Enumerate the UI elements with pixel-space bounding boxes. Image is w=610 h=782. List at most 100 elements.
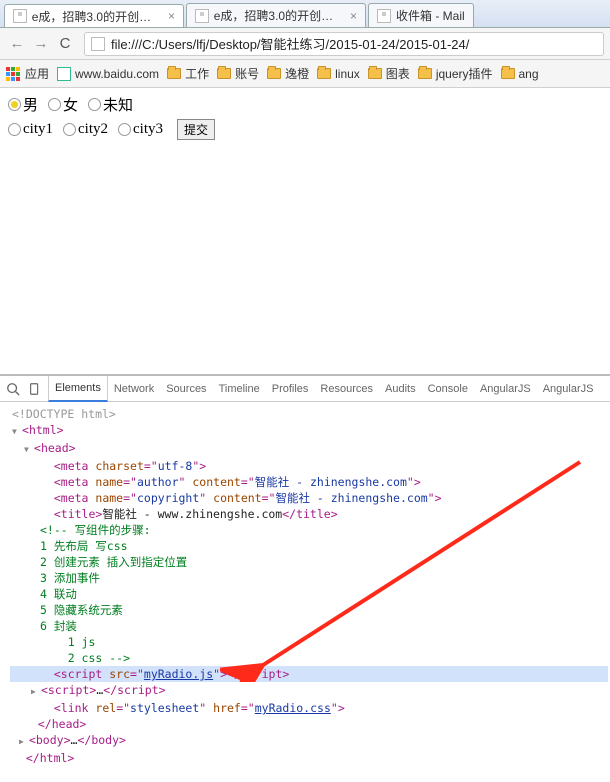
forward-button[interactable]: → [30, 33, 52, 55]
device-icon[interactable] [26, 380, 44, 398]
source-line: <!DOCTYPE html> [10, 406, 608, 422]
source-line: <meta charset="utf-8"> [10, 458, 608, 474]
radio-label: city3 [133, 121, 163, 138]
devtools-panel: Elements Network Sources Timeline Profil… [0, 374, 610, 782]
source-line: 6 封装 [10, 618, 608, 634]
bookmarks-bar: 应用 www.baidu.com 工作 账号 逸橙 linux 图表 jquer… [0, 60, 610, 88]
radio-city2[interactable] [63, 123, 76, 136]
folder-icon [267, 68, 281, 79]
address-bar-row: ← → C file:///C:/Users/lfj/Desktop/智能社练习… [0, 28, 610, 60]
folder-icon [368, 68, 382, 79]
page-icon [377, 9, 391, 23]
source-line: </head> [10, 716, 608, 732]
reload-button[interactable]: C [54, 33, 76, 55]
tab-profiles[interactable]: Profiles [266, 376, 315, 402]
submit-button[interactable]: 提交 [177, 119, 215, 140]
bookmark-label: linux [335, 67, 360, 81]
browser-tab-strip: e成，招聘3.0的开创者！ × e成，招聘3.0的开创者！ × 收件箱 - Ma… [0, 0, 610, 28]
bookmark-folder[interactable]: 图表 [368, 65, 410, 82]
source-line-highlighted: <script src="myRadio.js"></script> [10, 666, 608, 682]
folder-icon [501, 68, 515, 79]
devtools-tabs: Elements Network Sources Timeline Profil… [48, 376, 599, 402]
source-line: <html> [10, 422, 608, 440]
tab-sources[interactable]: Sources [160, 376, 212, 402]
page-content: 男 女 未知 city1 city2 city3 提交 [0, 88, 610, 358]
tab-label: 收件箱 - Mail [396, 7, 465, 24]
bookmark-label: 应用 [25, 65, 49, 82]
folder-icon [167, 68, 181, 79]
elements-source[interactable]: <!DOCTYPE html> <html> <head> <meta char… [0, 402, 610, 782]
bookmark-folder[interactable]: linux [317, 67, 360, 81]
tab-elements[interactable]: Elements [48, 376, 108, 402]
inspect-icon[interactable] [4, 380, 22, 398]
source-line: 2 创建元素 插入到指定位置 [10, 554, 608, 570]
folder-icon [217, 68, 231, 79]
bookmark-baidu[interactable]: www.baidu.com [57, 67, 159, 81]
source-line: <meta name="author" content="智能社 - zhine… [10, 474, 608, 490]
tab-console[interactable]: Console [422, 376, 474, 402]
close-icon[interactable]: × [168, 9, 175, 23]
url-text: file:///C:/Users/lfj/Desktop/智能社练习/2015-… [111, 34, 469, 53]
radio-city1[interactable] [8, 123, 21, 136]
tab-angularjs[interactable]: AngularJS [474, 376, 537, 402]
bookmark-label: 工作 [185, 65, 209, 82]
bookmark-folder[interactable]: 账号 [217, 65, 259, 82]
back-button[interactable]: ← [6, 33, 28, 55]
folder-icon [418, 68, 432, 79]
browser-tab[interactable]: e成，招聘3.0的开创者！ × [4, 4, 184, 28]
source-line: <title>智能社 - www.zhinengshe.com</title> [10, 506, 608, 522]
bookmark-label: jquery插件 [436, 65, 493, 82]
tab-timeline[interactable]: Timeline [213, 376, 266, 402]
radio-female[interactable] [48, 98, 61, 111]
city-row: city1 city2 city3 提交 [8, 119, 602, 140]
bookmark-folder[interactable]: 工作 [167, 65, 209, 82]
source-line: </html> [10, 750, 608, 766]
radio-label: 未知 [103, 94, 133, 115]
source-line: <!-- 写组件的步骤: [10, 522, 608, 538]
tab-network[interactable]: Network [108, 376, 160, 402]
bookmark-folder[interactable]: ang [501, 67, 539, 81]
source-line: <body>…</body> [10, 732, 608, 750]
apps-button[interactable]: 应用 [6, 65, 49, 82]
close-icon[interactable]: × [350, 9, 357, 23]
radio-label: city2 [78, 121, 108, 138]
source-line: 2 css --> [10, 650, 608, 666]
tab-label: e成，招聘3.0的开创者！ [214, 7, 342, 24]
bookmark-label: 图表 [386, 65, 410, 82]
page-icon [195, 9, 209, 23]
radio-male[interactable] [8, 98, 21, 111]
radio-label: city1 [23, 121, 53, 138]
source-line: <script>…</script> [10, 682, 608, 700]
address-bar[interactable]: file:///C:/Users/lfj/Desktop/智能社练习/2015-… [84, 32, 604, 56]
page-icon [91, 37, 105, 51]
bookmark-label: ang [519, 67, 539, 81]
source-line: 3 添加事件 [10, 570, 608, 586]
page-icon [13, 9, 27, 23]
source-line: <link rel="stylesheet" href="myRadio.css… [10, 700, 608, 716]
browser-tab[interactable]: e成，招聘3.0的开创者！ × [186, 3, 366, 27]
folder-icon [317, 68, 331, 79]
bookmark-folder[interactable]: jquery插件 [418, 65, 493, 82]
radio-label: 男 [23, 94, 38, 115]
bookmark-folder[interactable]: 逸橙 [267, 65, 309, 82]
tab-audits[interactable]: Audits [379, 376, 422, 402]
browser-tab[interactable]: 收件箱 - Mail [368, 3, 474, 27]
tab-angularjs2[interactable]: AngularJS [537, 376, 600, 402]
source-line: <head> [10, 440, 608, 458]
source-line: 1 先布局 写css [10, 538, 608, 554]
radio-city3[interactable] [118, 123, 131, 136]
source-line: <meta name="copyright" content="智能社 - zh… [10, 490, 608, 506]
baidu-icon [57, 67, 71, 81]
gender-row: 男 女 未知 [8, 94, 602, 115]
radio-label: 女 [63, 94, 78, 115]
source-line: 1 js [10, 634, 608, 650]
radio-unknown[interactable] [88, 98, 101, 111]
devtools-toolbar: Elements Network Sources Timeline Profil… [0, 376, 610, 402]
source-line: 4 联动 [10, 586, 608, 602]
source-line: 5 隐藏系统元素 [10, 602, 608, 618]
apps-icon [6, 67, 20, 81]
tab-label: e成，招聘3.0的开创者！ [32, 8, 160, 25]
tab-resources[interactable]: Resources [314, 376, 379, 402]
bookmark-label: www.baidu.com [75, 67, 159, 81]
bookmark-label: 逸橙 [285, 65, 309, 82]
